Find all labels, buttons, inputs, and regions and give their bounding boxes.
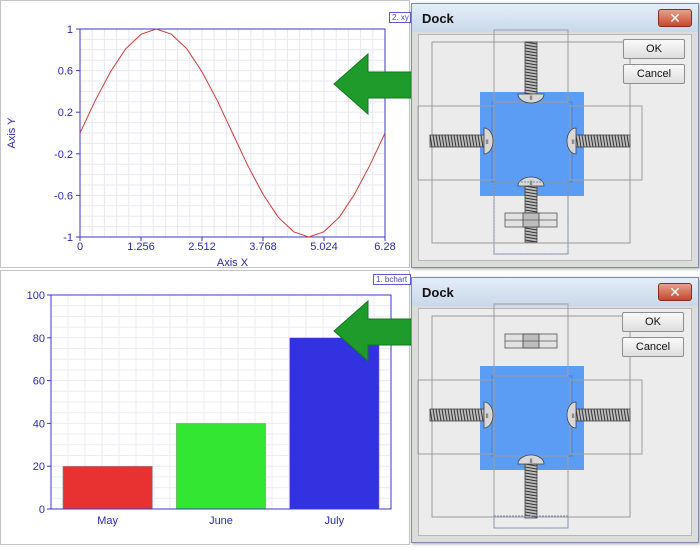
screw-mark: II xyxy=(571,414,575,420)
arrow-left-icon xyxy=(333,299,415,363)
x-tick-label: 6.28 xyxy=(374,241,395,253)
ok-button[interactable]: OK xyxy=(623,39,685,59)
arrow-left-icon xyxy=(333,299,415,363)
y-tick-label: 0.2 xyxy=(58,107,73,119)
y-tick-label: 20 xyxy=(33,461,45,473)
screw-mark: II xyxy=(485,414,489,420)
y-tick-label: -0.2 xyxy=(54,149,73,161)
y-tick-label: 100 xyxy=(27,290,45,302)
chart-tag: 2. xy xyxy=(389,12,411,23)
ok-button[interactable]: OK xyxy=(622,312,684,332)
chart-tag: 1. bchart xyxy=(373,274,411,285)
y-axis-label: Axis Y xyxy=(6,117,18,149)
dock-tab-icon xyxy=(504,333,558,349)
cancel-button[interactable]: Cancel xyxy=(623,64,685,84)
dock-dialog: Dock ✕ II II II OK Cancel xyxy=(411,277,699,543)
x-tick-label: 2.512 xyxy=(188,241,216,253)
y-tick-label: -1 xyxy=(63,232,73,244)
screw-mark: II xyxy=(485,140,489,146)
screw-mark: II xyxy=(529,459,533,465)
y-tick-label: 0.6 xyxy=(58,66,73,78)
y-tick-label: 1 xyxy=(67,24,73,36)
x-tick-label: May xyxy=(97,515,118,527)
x-axis-label: Axis X xyxy=(217,257,249,269)
y-tick-label: 60 xyxy=(33,376,45,388)
screw-mark: II xyxy=(571,140,575,146)
line-chart: 1 0.6 0.2 -0.2 -0.6 -1 0 1.256 2.512 3.768 5.024 6.… xyxy=(6,24,396,269)
dock-dialog: Dock ✕ II II II II OK Cancel xyxy=(411,3,699,268)
arrow-left-icon xyxy=(333,52,415,116)
cancel-button[interactable]: Cancel xyxy=(622,337,684,357)
x-tick-label: 0 xyxy=(77,241,83,253)
x-tick-label: June xyxy=(209,515,233,527)
bar xyxy=(62,465,153,510)
arrow-left-icon xyxy=(333,52,415,116)
bar xyxy=(175,423,266,510)
screw-mark: II xyxy=(529,96,533,102)
y-tick-label: 40 xyxy=(33,418,45,430)
y-tick-label: -0.6 xyxy=(54,190,73,202)
x-tick-label: July xyxy=(325,515,345,527)
x-tick-label: 1.256 xyxy=(127,241,155,253)
x-tick-label: 5.024 xyxy=(310,241,338,253)
y-tick-label: 0 xyxy=(39,504,45,516)
line-chart-panel: 2. xy 1 0.6 0.2 -0.2 -0.6 -1 0 1.256 2.512 3.768 5… xyxy=(0,0,411,269)
dock-tab-icon xyxy=(504,212,558,228)
x-tick-label: 3.768 xyxy=(249,241,277,253)
y-tick-label: 80 xyxy=(33,333,45,345)
